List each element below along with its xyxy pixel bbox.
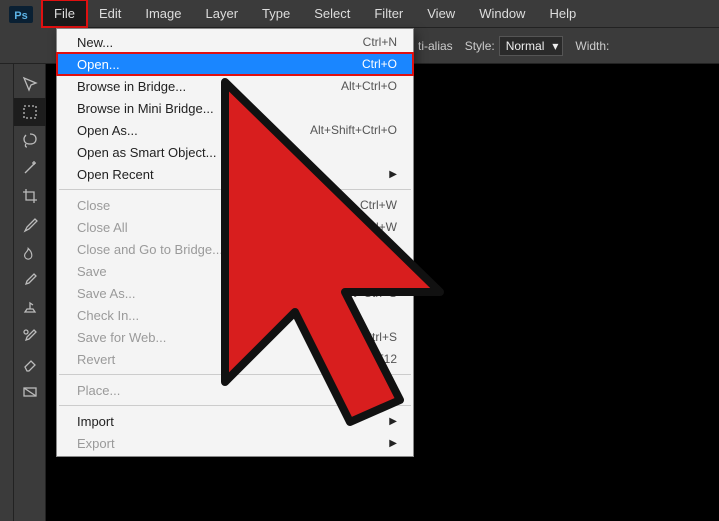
menu-help[interactable]: Help bbox=[537, 0, 588, 27]
menu-type[interactable]: Type bbox=[250, 0, 302, 27]
menu-item-label: Revert bbox=[77, 352, 115, 367]
menu-separator bbox=[59, 374, 411, 375]
tools-panel bbox=[14, 64, 46, 521]
menu-item-label: Close bbox=[77, 198, 110, 213]
style-label: Style: bbox=[465, 39, 495, 53]
menu-item-label: Check In... bbox=[77, 308, 139, 323]
menu-item-open-as[interactable]: Open As... Alt+Shift+Ctrl+O bbox=[57, 119, 413, 141]
menu-item-label: Browse in Mini Bridge... bbox=[77, 101, 214, 116]
menu-item-close: Close Ctrl+W bbox=[57, 194, 413, 216]
app-logo: Ps bbox=[0, 0, 42, 28]
menu-item-open-recent[interactable]: Open Recent ▶ bbox=[57, 163, 413, 185]
menu-item-shortcut: F12 bbox=[376, 352, 397, 366]
menu-item-label: Open Recent bbox=[77, 167, 154, 182]
healing-brush-tool[interactable] bbox=[14, 238, 46, 266]
style-select[interactable]: Normal bbox=[499, 36, 564, 56]
move-tool[interactable] bbox=[14, 70, 46, 98]
menu-item-shortcut: Ctrl+O bbox=[362, 57, 397, 71]
menu-item-shortcut: Shift+Ctrl+S bbox=[332, 286, 397, 300]
menu-item-label: Save for Web... bbox=[77, 330, 166, 345]
menu-item-new[interactable]: New... Ctrl+N bbox=[57, 31, 413, 53]
menu-item-save-for-web: Save for Web... Alt+Shift+Ctrl+S bbox=[57, 326, 413, 348]
antialias-label: ti-alias bbox=[418, 39, 453, 53]
file-menu-dropdown: New... Ctrl+N Open... Ctrl+O Browse in Bridg… bbox=[56, 28, 414, 457]
menubar: FileEditImageLayerTypeSelectFilterViewWi… bbox=[42, 0, 588, 27]
menu-item-shortcut: Alt+Shift+Ctrl+S bbox=[311, 330, 397, 344]
menu-item-shortcut: Alt+Ctrl+W bbox=[339, 220, 397, 234]
menu-item-shortcut: Ctrl+S bbox=[363, 264, 397, 278]
submenu-arrow-icon: ▶ bbox=[389, 438, 397, 449]
submenu-arrow-icon: ▶ bbox=[389, 416, 397, 427]
menu-item-save-as: Save As... Shift+Ctrl+S bbox=[57, 282, 413, 304]
menu-view[interactable]: View bbox=[415, 0, 467, 27]
gradient-tool[interactable] bbox=[14, 378, 46, 406]
menu-item-label: Export bbox=[77, 436, 115, 451]
menu-item-revert: Revert F12 bbox=[57, 348, 413, 370]
submenu-arrow-icon: ▶ bbox=[389, 169, 397, 180]
menu-file[interactable]: File bbox=[42, 0, 87, 27]
menu-filter[interactable]: Filter bbox=[362, 0, 415, 27]
menu-image[interactable]: Image bbox=[133, 0, 193, 27]
menu-item-open[interactable]: Open... Ctrl+O bbox=[57, 53, 413, 75]
menu-item-label: Save As... bbox=[77, 286, 136, 301]
menu-item-shortcut: Ctrl+W bbox=[360, 198, 397, 212]
menu-item-shortcut: Shift+Ctrl+W bbox=[329, 242, 397, 256]
crop-tool[interactable] bbox=[14, 182, 46, 210]
magic-wand-tool[interactable] bbox=[14, 154, 46, 182]
clone-stamp-tool[interactable] bbox=[14, 294, 46, 322]
menu-item-label: Place... bbox=[77, 383, 120, 398]
menu-item-close-all: Close All Alt+Ctrl+W bbox=[57, 216, 413, 238]
menu-item-label: Close and Go to Bridge... bbox=[77, 242, 223, 257]
svg-text:Ps: Ps bbox=[14, 10, 27, 22]
eyedropper-tool[interactable] bbox=[14, 210, 46, 238]
menu-item-label: New... bbox=[77, 35, 113, 50]
menu-window[interactable]: Window bbox=[467, 0, 537, 27]
menu-separator bbox=[59, 189, 411, 190]
menu-item-browse-in-mini-bridge[interactable]: Browse in Mini Bridge... bbox=[57, 97, 413, 119]
menu-item-close-and-go-to-bridge: Close and Go to Bridge... Shift+Ctrl+W bbox=[57, 238, 413, 260]
menu-item-label: Browse in Bridge... bbox=[77, 79, 186, 94]
left-strip bbox=[0, 64, 14, 521]
menu-item-shortcut: Alt+Shift+Ctrl+O bbox=[310, 123, 397, 137]
menu-item-shortcut: Ctrl+N bbox=[363, 35, 397, 49]
menu-item-save: Save Ctrl+S bbox=[57, 260, 413, 282]
menu-layer[interactable]: Layer bbox=[194, 0, 251, 27]
history-brush-tool[interactable] bbox=[14, 322, 46, 350]
menu-item-label: Save bbox=[77, 264, 107, 279]
menu-item-export: Export ▶ bbox=[57, 432, 413, 454]
menu-item-label: Import bbox=[77, 414, 114, 429]
marquee-tool[interactable] bbox=[14, 98, 46, 126]
menu-item-open-as-smart-object[interactable]: Open as Smart Object... bbox=[57, 141, 413, 163]
menu-item-label: Open As... bbox=[77, 123, 138, 138]
menu-item-browse-in-bridge[interactable]: Browse in Bridge... Alt+Ctrl+O bbox=[57, 75, 413, 97]
menu-item-label: Close All bbox=[77, 220, 128, 235]
menu-separator bbox=[59, 405, 411, 406]
menu-item-check-in: Check In... bbox=[57, 304, 413, 326]
menu-item-label: Open as Smart Object... bbox=[77, 145, 216, 160]
menu-item-import[interactable]: Import ▶ bbox=[57, 410, 413, 432]
menu-item-shortcut: Alt+Ctrl+O bbox=[341, 79, 397, 93]
eraser-tool[interactable] bbox=[14, 350, 46, 378]
brush-tool[interactable] bbox=[14, 266, 46, 294]
lasso-tool[interactable] bbox=[14, 126, 46, 154]
menu-select[interactable]: Select bbox=[302, 0, 362, 27]
menu-item-place: Place... bbox=[57, 379, 413, 401]
width-label: Width: bbox=[575, 39, 609, 53]
menu-item-label: Open... bbox=[77, 57, 120, 72]
menu-edit[interactable]: Edit bbox=[87, 0, 133, 27]
